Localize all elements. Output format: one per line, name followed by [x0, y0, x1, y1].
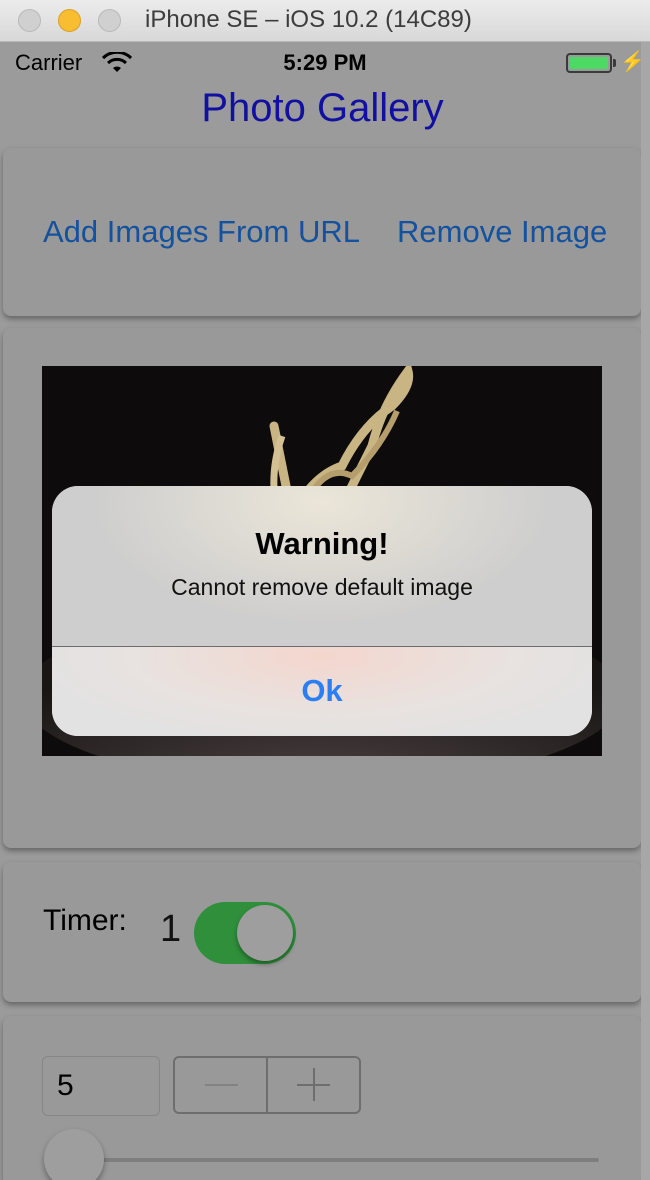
- timer-label: Timer:: [43, 904, 127, 937]
- remove-image-button[interactable]: Remove Image: [397, 214, 607, 250]
- window-close-button[interactable]: [18, 9, 41, 32]
- interval-field[interactable]: 5: [42, 1056, 160, 1116]
- plus-icon[interactable]: [268, 1058, 361, 1112]
- simulator-screen: Carrier 5:29 PM ⚡ Photo Gallery Add Imag…: [0, 42, 650, 1180]
- timer-value: 1: [160, 908, 182, 950]
- window-zoom-button[interactable]: [98, 9, 121, 32]
- status-time: 5:29 PM: [283, 50, 367, 75]
- window-titlebar: iPhone SE – iOS 10.2 (14C89): [0, 0, 650, 42]
- actions-card: Add Images From URL Remove Image: [3, 148, 641, 316]
- alert-title: Warning!: [255, 526, 389, 561]
- minus-icon[interactable]: [175, 1058, 268, 1112]
- slider-thumb[interactable]: [44, 1129, 104, 1180]
- timer-toggle[interactable]: [194, 902, 296, 964]
- warning-alert: Warning! Cannot remove default image Ok: [52, 486, 592, 736]
- battery-icon: [566, 53, 616, 73]
- window-title: iPhone SE – iOS 10.2 (14C89): [145, 6, 472, 33]
- alert-ok-button[interactable]: Ok: [52, 647, 592, 736]
- slider-track: [69, 1158, 599, 1162]
- timer-card: Timer: 1: [3, 862, 641, 1002]
- alert-body: [52, 486, 592, 646]
- status-bar: Carrier 5:29 PM ⚡: [0, 42, 650, 82]
- alert-ok-label: Ok: [301, 673, 343, 708]
- window-edge: [641, 42, 650, 1180]
- alert-message: Cannot remove default image: [171, 574, 473, 600]
- interval-stepper: [173, 1056, 361, 1114]
- window-minimize-button[interactable]: [58, 9, 81, 32]
- add-images-button[interactable]: Add Images From URL: [43, 214, 360, 250]
- page-title: Photo Gallery: [201, 86, 444, 130]
- interval-card: 5: [3, 1016, 641, 1180]
- toggle-knob: [237, 905, 293, 961]
- interval-value: 5: [57, 1069, 74, 1102]
